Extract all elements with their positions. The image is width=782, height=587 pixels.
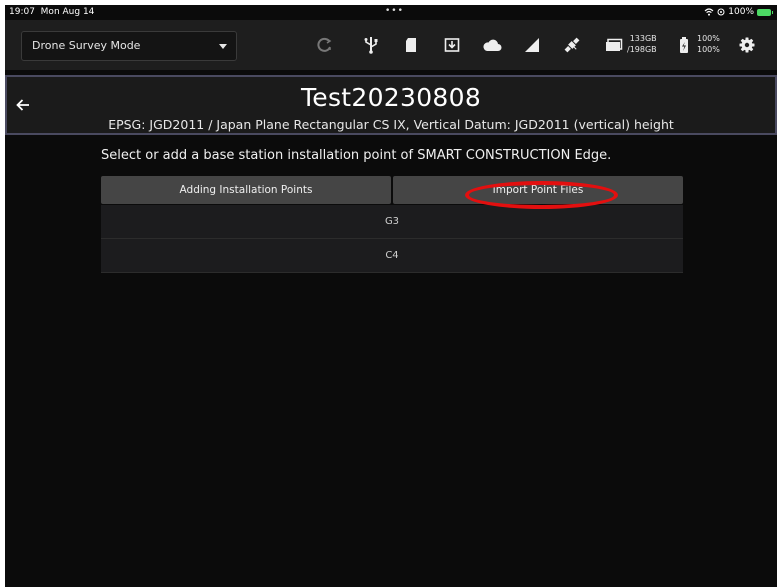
battery-level-1: 100% — [697, 34, 720, 43]
battery-icon[interactable] — [671, 33, 697, 57]
storage-total: /198GB — [627, 45, 657, 54]
add-installation-points-button[interactable]: Adding Installation Points — [101, 176, 391, 204]
page-title: Test20230808 — [300, 83, 482, 112]
list-item[interactable]: C4 — [101, 239, 683, 273]
mode-dropdown[interactable]: Drone Survey Mode — [21, 31, 237, 61]
battery-percent: 100% — [728, 7, 754, 17]
installation-point-list: G3 C4 — [101, 205, 683, 273]
usb-icon[interactable] — [358, 33, 384, 57]
coordinate-system-label: EPSG: JGD2011 / Japan Plane Rectangular … — [108, 117, 674, 132]
chevron-down-icon — [219, 44, 227, 49]
signal-icon[interactable] — [519, 33, 545, 57]
project-header: Test20230808 EPSG: JGD2011 / Japan Plane… — [5, 75, 777, 135]
battery-readout: 100% 100% — [697, 33, 720, 55]
sd-card-icon[interactable] — [398, 33, 424, 57]
location-icon — [717, 8, 725, 16]
app-screen: 19:07 Mon Aug 14 ••• 100% Drone Survey M… — [5, 5, 777, 587]
satellite-icon[interactable] — [559, 33, 585, 57]
folder-icon[interactable] — [601, 33, 627, 57]
battery-level-2: 100% — [697, 45, 720, 54]
download-icon[interactable] — [439, 33, 465, 57]
gps-status-icon[interactable] — [312, 33, 338, 57]
toolbar: Drone Survey Mode 133GB /198GB 100% 100% — [5, 20, 777, 70]
gear-icon[interactable] — [734, 33, 760, 57]
storage-used: 133GB — [629, 34, 657, 43]
storage-readout: 133GB /198GB — [627, 33, 657, 55]
status-bar: 19:07 Mon Aug 14 ••• 100% — [5, 5, 777, 20]
battery-icon — [757, 8, 773, 16]
status-right: 100% — [704, 7, 773, 17]
cloud-icon[interactable] — [479, 33, 505, 57]
highlight-annotation — [465, 181, 618, 209]
status-time: 19:07 Mon Aug 14 — [9, 7, 95, 17]
mode-dropdown-label: Drone Survey Mode — [32, 39, 141, 52]
list-item[interactable]: G3 — [101, 205, 683, 239]
instruction-text: Select or add a base station installatio… — [101, 148, 612, 163]
wifi-icon — [704, 8, 714, 16]
multitask-dots[interactable]: ••• — [385, 6, 404, 16]
